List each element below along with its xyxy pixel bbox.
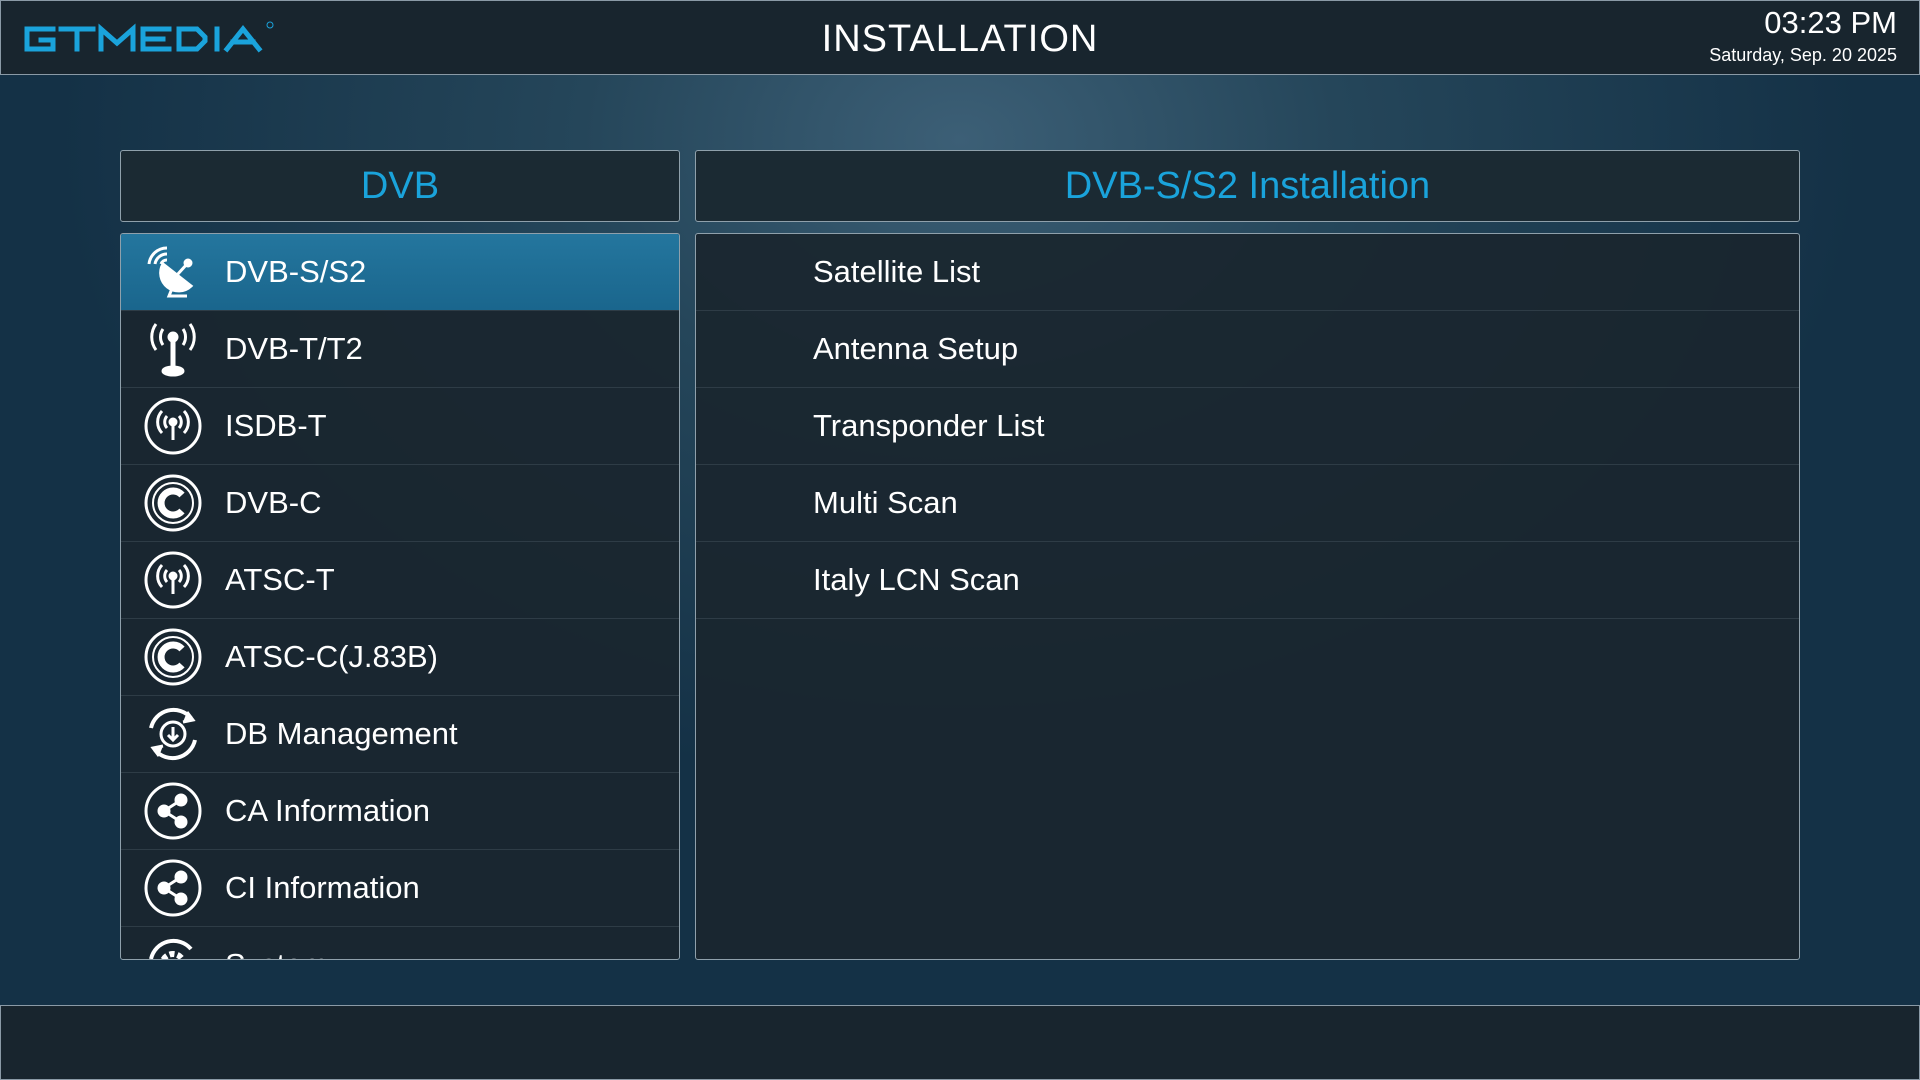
menu-item-label: CA Information [225,793,431,828]
gear-icon [141,933,205,959]
broadcast-icon [141,548,205,612]
menu-item-ci-information[interactable]: CI Information [121,850,679,927]
clock-time: 03:23 PM [1764,5,1897,40]
right-panel-title: DVB-S/S2 Installation [695,150,1800,222]
submenu-item-label: Transponder List [813,408,1045,443]
menu-item-label: DVB-S/S2 [225,254,367,289]
menu-item-ca-information[interactable]: CA Information [121,773,679,850]
menu-item-dvb-t-t2[interactable]: DVB-T/T2 [121,311,679,388]
top-bar: INSTALLATION 03:23 PM Saturday, Sep. 20 … [0,0,1920,75]
menu-item-label: ATSC-C(J.83B) [225,639,439,674]
broadcast-icon [141,394,205,458]
menu-item-atsc-c[interactable]: ATSC-C(J.83B) [121,619,679,696]
submenu-item-italy-lcn-scan[interactable]: Italy LCN Scan [696,542,1799,619]
menu-item-label: System [225,947,328,959]
menu-item-label: ATSC-T [225,562,335,597]
menu-item-dvb-c[interactable]: DVB-C [121,465,679,542]
submenu-item-satellite-list[interactable]: Satellite List [696,234,1799,311]
share-icon [141,856,205,920]
left-panel-title: DVB [120,150,680,222]
submenu-item-antenna-setup[interactable]: Antenna Setup [696,311,1799,388]
page-title: INSTALLATION [821,18,1099,60]
menu-item-system[interactable]: System [121,927,679,959]
satellite-dish-icon [141,240,205,304]
database-sync-icon [141,702,205,766]
submenu-item-label: Multi Scan [813,485,958,520]
menu-item-label: DVB-T/T2 [225,331,363,366]
submenu-item-transponder-list[interactable]: Transponder List [696,388,1799,465]
clock: 03:23 PM Saturday, Sep. 20 2025 [1709,5,1897,69]
menu-item-label: ISDB-T [225,408,327,443]
menu-item-db-management[interactable]: DB Management [121,696,679,773]
menu-item-label: DVB-C [225,485,322,520]
submenu-item-label: Antenna Setup [813,331,1019,366]
submenu-list: Satellite List Antenna Setup Transponder… [695,233,1800,960]
menu-item-atsc-t[interactable]: ATSC-T [121,542,679,619]
menu-item-label: DB Management [225,716,458,751]
submenu-item-label: Satellite List [813,254,981,289]
category-menu: DVB-S/S2 DVB-T/T2 ISDB-T DVB-C ATSC-T AT… [120,233,680,960]
menu-item-label: CI Information [225,870,420,905]
submenu-item-multi-scan[interactable]: Multi Scan [696,465,1799,542]
submenu-item-label: Italy LCN Scan [813,562,1020,597]
cable-icon [141,625,205,689]
share-icon [141,779,205,843]
menu-item-dvb-s-s2[interactable]: DVB-S/S2 [121,234,679,311]
menu-item-isdb-t[interactable]: ISDB-T [121,388,679,465]
antenna-icon [141,317,205,381]
clock-date: Saturday, Sep. 20 2025 [1709,45,1897,65]
cable-icon [141,471,205,535]
bottom-bar [0,1005,1920,1080]
